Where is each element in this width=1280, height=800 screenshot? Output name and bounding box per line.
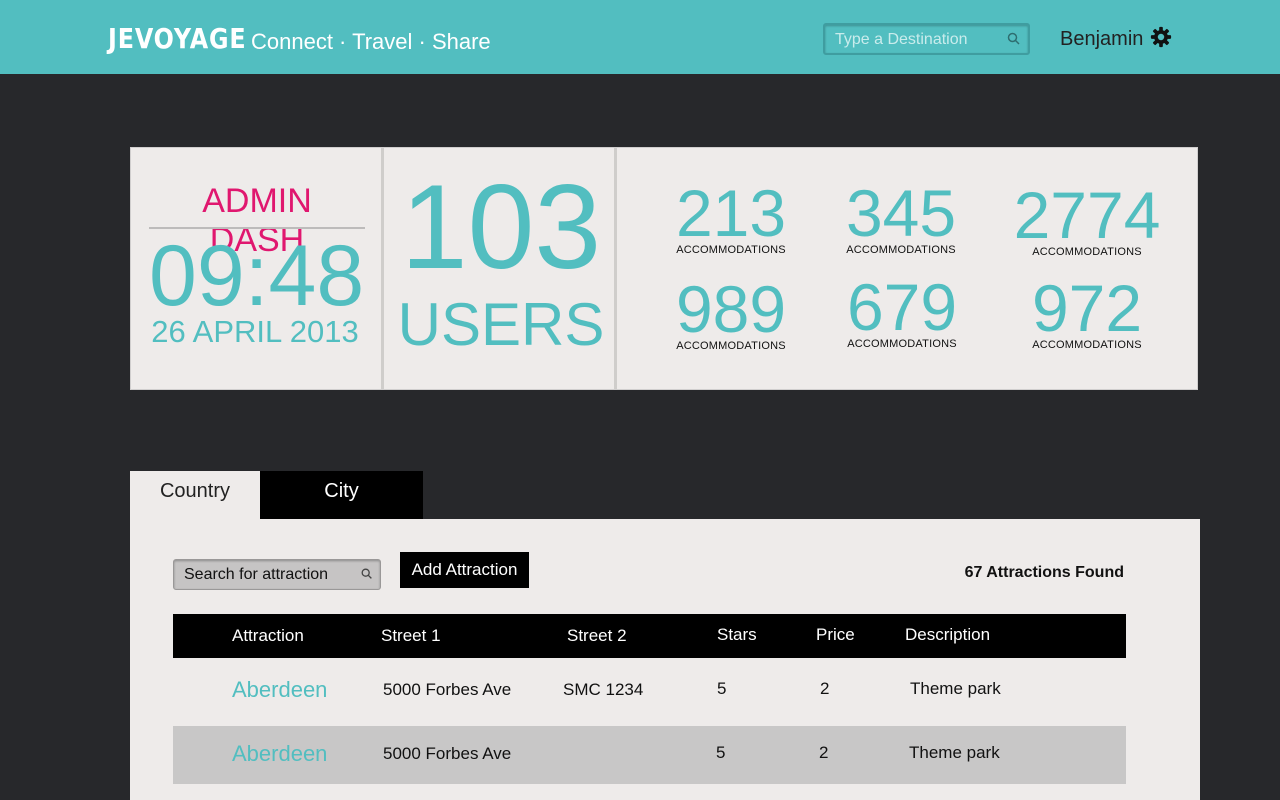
- cell-stars: 5: [717, 679, 727, 698]
- tab-city[interactable]: City: [260, 471, 423, 519]
- stat-label: ACCOMMODATIONS: [1032, 339, 1142, 351]
- cell-price: 2: [820, 679, 830, 698]
- column-header-price[interactable]: Price: [816, 625, 855, 645]
- table-header: Attraction Street 1 Street 2 Stars Price…: [173, 614, 1126, 658]
- tab-country[interactable]: Country: [130, 471, 260, 519]
- stat-label: ACCOMMODATIONS: [847, 338, 957, 350]
- stats-divider: [614, 148, 617, 389]
- column-header-description[interactable]: Description: [905, 625, 990, 645]
- attractions-found-count: 67 Attractions Found: [964, 564, 1124, 581]
- stat-label: ACCOMMODATIONS: [676, 340, 786, 352]
- cell-description: Theme park: [909, 743, 1000, 762]
- stat-value: 213: [675, 176, 787, 250]
- gear-icon[interactable]: [1150, 26, 1172, 48]
- attraction-link[interactable]: Aberdeen: [232, 741, 327, 767]
- column-header-street2[interactable]: Street 2: [567, 626, 627, 646]
- attractions-panel: Add Attraction 67 Attractions Found Attr…: [130, 519, 1200, 800]
- attraction-search-input[interactable]: [184, 565, 354, 585]
- search-icon[interactable]: [360, 567, 374, 581]
- column-header-street1[interactable]: Street 1: [381, 626, 441, 646]
- stat-value: 345: [845, 176, 957, 250]
- stat-label: ACCOMMODATIONS: [846, 244, 956, 256]
- stat-tile: 989 ACCOMMODATIONS: [646, 276, 816, 352]
- brand-logo[interactable]: JEVOYAGE: [108, 22, 246, 55]
- column-header-stars[interactable]: Stars: [717, 625, 757, 645]
- cell-street1: 5000 Forbes Ave: [383, 680, 512, 699]
- stat-label: ACCOMMODATIONS: [676, 244, 786, 256]
- table-row[interactable]: Aberdeen 5000 Forbes Ave SMC 1234 5 2 Th…: [173, 660, 1126, 718]
- cell-stars: 5: [716, 743, 726, 762]
- stat-tile: 972 ACCOMMODATIONS: [1002, 275, 1172, 351]
- dashboard-stats-panel: ADMIN DASH 09:48 26 APRIL 2013 103 USERS…: [130, 147, 1198, 390]
- cell-street2: SMC 1234: [563, 680, 644, 699]
- users-count: 103: [400, 160, 602, 294]
- stat-value: 989: [675, 272, 787, 346]
- cell-description: Theme park: [910, 679, 1001, 698]
- stat-value: 679: [846, 270, 958, 344]
- search-icon[interactable]: [1006, 31, 1022, 47]
- top-navigation-bar: JEVOYAGE Connect · Travel · Share Benjam…: [0, 0, 1280, 74]
- cell-street1: 5000 Forbes Ave: [383, 744, 512, 763]
- attraction-search-box[interactable]: [173, 559, 381, 590]
- stat-value: 972: [1031, 271, 1143, 345]
- stat-tile: 345 ACCOMMODATIONS: [816, 180, 986, 256]
- user-name[interactable]: Benjamin: [1060, 28, 1143, 51]
- attraction-link[interactable]: Aberdeen: [232, 677, 327, 703]
- destination-search-box[interactable]: [823, 23, 1030, 55]
- stat-tile: 213 ACCOMMODATIONS: [646, 180, 816, 256]
- users-label: USERS: [397, 291, 605, 358]
- stat-value: 2774: [1013, 178, 1161, 252]
- table-row[interactable]: Aberdeen 5000 Forbes Ave 5 2 Theme park: [173, 726, 1126, 784]
- column-header-attraction[interactable]: Attraction: [232, 626, 304, 646]
- destination-search-input[interactable]: [835, 30, 995, 50]
- add-attraction-button[interactable]: Add Attraction: [400, 552, 529, 588]
- stat-tile: 679 ACCOMMODATIONS: [817, 274, 987, 350]
- clock-time: 09:48: [149, 228, 365, 324]
- cell-price: 2: [819, 743, 829, 762]
- brand-tagline: Connect · Travel · Share: [251, 29, 491, 54]
- clock-date: 26 APRIL 2013: [151, 314, 359, 349]
- stat-tile: 2774 ACCOMMODATIONS: [1002, 182, 1172, 258]
